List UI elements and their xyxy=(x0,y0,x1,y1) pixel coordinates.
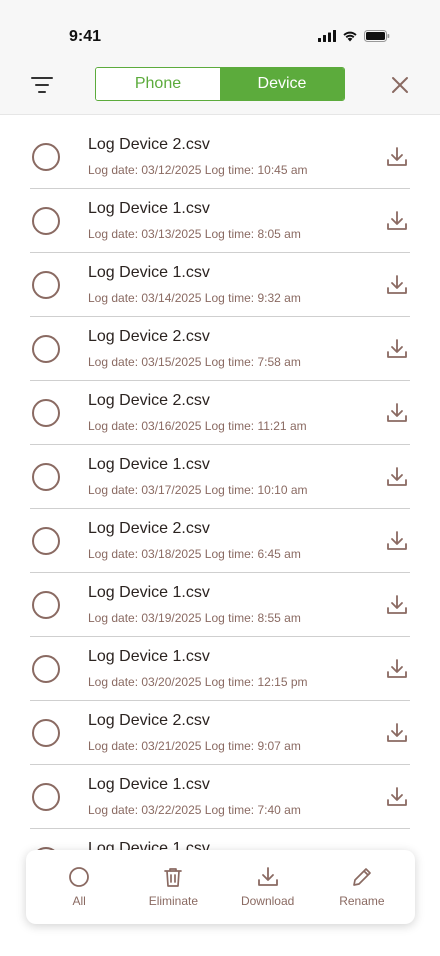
select-radio[interactable] xyxy=(32,335,60,363)
select-radio[interactable] xyxy=(32,527,60,555)
download-selected-button[interactable]: Download xyxy=(223,866,313,908)
file-meta: Log date: 03/17/2025 Log time: 10:10 am xyxy=(88,483,308,497)
file-meta: Log date: 03/16/2025 Log time: 11:21 am xyxy=(88,419,307,433)
file-meta: Log date: 03/13/2025 Log time: 8:05 am xyxy=(88,227,301,241)
file-name: Log Device 2.csv xyxy=(88,136,210,153)
select-radio[interactable] xyxy=(32,719,60,747)
filter-icon xyxy=(31,77,53,93)
status-icons xyxy=(318,30,390,42)
download-button[interactable] xyxy=(386,658,408,680)
file-name: Log Device 2.csv xyxy=(88,328,210,345)
download-icon xyxy=(387,275,407,294)
download-icon xyxy=(387,787,407,806)
file-row[interactable]: Log Device 2.csv Log date: 03/16/2025 Lo… xyxy=(30,381,410,445)
filter-button[interactable] xyxy=(28,72,56,98)
status-time: 9:41 xyxy=(69,28,102,45)
tab-device[interactable]: Device xyxy=(220,68,344,100)
download-icon xyxy=(387,659,407,678)
close-button[interactable] xyxy=(386,71,414,99)
close-icon xyxy=(392,77,408,93)
file-row[interactable]: Log Device 1.csv Log date: 03/22/2025 Lo… xyxy=(30,765,410,829)
file-row[interactable]: Log Device 2.csv Log date: 03/21/2025 Lo… xyxy=(30,701,410,765)
download-button[interactable] xyxy=(386,530,408,552)
download-icon xyxy=(387,467,407,486)
file-name: Log Device 1.csv xyxy=(88,456,210,473)
file-meta: Log date: 03/15/2025 Log time: 7:58 am xyxy=(88,355,301,369)
pencil-icon xyxy=(353,868,371,886)
select-radio[interactable] xyxy=(32,271,60,299)
select-all-button[interactable]: All xyxy=(34,866,124,908)
rename-button[interactable]: Rename xyxy=(317,866,407,908)
trash-icon xyxy=(164,868,183,887)
file-row[interactable]: Log Device 1.csv Log date: 03/17/2025 Lo… xyxy=(30,445,410,509)
download-icon xyxy=(387,211,407,230)
download-icon xyxy=(387,723,407,742)
download-button[interactable] xyxy=(386,786,408,808)
download-icon xyxy=(387,403,407,422)
download-button[interactable] xyxy=(386,146,408,168)
download-button[interactable] xyxy=(386,466,408,488)
select-radio[interactable] xyxy=(32,783,60,811)
file-row[interactable]: Log Device 2.csv Log date: 03/12/2025 Lo… xyxy=(30,125,410,189)
select-radio[interactable] xyxy=(32,463,60,491)
file-row[interactable]: Log Device 1.csv Log date: 03/13/2025 Lo… xyxy=(30,189,410,253)
wifi-icon xyxy=(343,31,357,42)
file-name: Log Device 1.csv xyxy=(88,200,210,217)
download-button[interactable] xyxy=(386,594,408,616)
download-icon xyxy=(387,339,407,358)
file-row[interactable]: Log Device 1.csv Log date: 03/19/2025 Lo… xyxy=(30,573,410,637)
battery-icon xyxy=(364,30,390,42)
download-button[interactable] xyxy=(386,210,408,232)
download-icon xyxy=(387,531,407,550)
file-row[interactable]: Log Device 1.csv Log date: 03/20/2025 Lo… xyxy=(30,637,410,701)
select-radio[interactable] xyxy=(32,207,60,235)
file-row[interactable]: Log Device 2.csv Log date: 03/18/2025 Lo… xyxy=(30,509,410,573)
eliminate-button[interactable]: Eliminate xyxy=(128,866,218,908)
header: 9:41 Phone Device xyxy=(0,0,440,115)
file-name: Log Device 2.csv xyxy=(88,520,210,537)
file-meta: Log date: 03/14/2025 Log time: 9:32 am xyxy=(88,291,301,305)
download-icon xyxy=(387,595,407,614)
download-button[interactable] xyxy=(386,274,408,296)
file-name: Log Device 1.csv xyxy=(88,648,210,665)
select-radio[interactable] xyxy=(32,399,60,427)
file-row[interactable]: Log Device 2.csv Log date: 03/15/2025 Lo… xyxy=(30,317,410,381)
file-meta: Log date: 03/12/2025 Log time: 10:45 am xyxy=(88,163,308,177)
file-meta: Log date: 03/18/2025 Log time: 6:45 am xyxy=(88,547,301,561)
eliminate-label: Eliminate xyxy=(148,894,199,908)
download-icon xyxy=(257,867,278,886)
file-meta: Log date: 03/21/2025 Log time: 9:07 am xyxy=(88,739,301,753)
source-segmented-control: Phone Device xyxy=(95,67,345,101)
select-all-label: All xyxy=(72,894,86,908)
rename-label: Rename xyxy=(339,894,385,908)
file-name: Log Device 1.csv xyxy=(88,584,210,601)
bottom-toolbar: All Eliminate Download Rename xyxy=(26,850,415,924)
download-button[interactable] xyxy=(386,338,408,360)
download-button[interactable] xyxy=(386,722,408,744)
download-icon xyxy=(387,147,407,166)
circle-icon xyxy=(69,867,90,887)
select-radio[interactable] xyxy=(32,655,60,683)
file-name: Log Device 2.csv xyxy=(88,392,210,409)
file-name: Log Device 2.csv xyxy=(88,712,210,729)
file-name: Log Device 1.csv xyxy=(88,776,210,793)
cellular-signal-icon xyxy=(318,30,336,42)
file-meta: Log date: 03/19/2025 Log time: 8:55 am xyxy=(88,611,301,625)
screen: 9:41 Phone Device Log Device 2.csv Log d… xyxy=(0,0,440,956)
file-meta: Log date: 03/20/2025 Log time: 12:15 pm xyxy=(88,675,308,689)
select-radio[interactable] xyxy=(32,591,60,619)
file-name: Log Device 1.csv xyxy=(88,264,210,281)
download-button[interactable] xyxy=(386,402,408,424)
file-row[interactable]: Log Device 1.csv Log date: 03/14/2025 Lo… xyxy=(30,253,410,317)
download-label: Download xyxy=(240,894,295,908)
tab-phone[interactable]: Phone xyxy=(96,68,220,100)
file-list: Log Device 2.csv Log date: 03/12/2025 Lo… xyxy=(0,125,440,893)
file-meta: Log date: 03/22/2025 Log time: 7:40 am xyxy=(88,803,301,817)
select-radio[interactable] xyxy=(32,143,60,171)
